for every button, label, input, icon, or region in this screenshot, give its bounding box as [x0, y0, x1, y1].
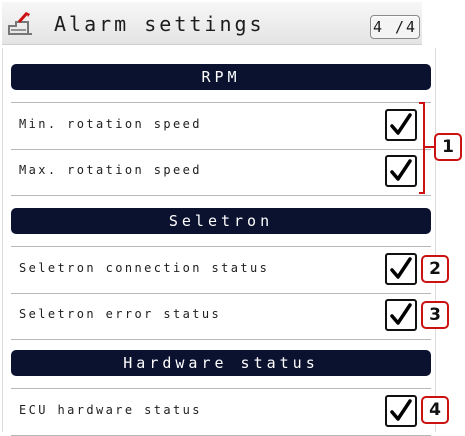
- section-header-hardware-status: Hardware status: [11, 350, 431, 376]
- check-icon: [390, 159, 412, 181]
- item-label: Max. rotation speed: [19, 163, 202, 177]
- list-item-ecu-hardware-status[interactable]: ECU hardware status: [11, 388, 431, 436]
- ecu-hardware-status-checkbox[interactable]: [385, 395, 417, 427]
- item-label: Seletron connection status: [19, 261, 270, 275]
- callout-badge-1: 1: [434, 133, 462, 161]
- seletron-error-status-checkbox[interactable]: [385, 299, 417, 331]
- page-indicator: 4 /4: [370, 15, 420, 39]
- item-label: ECU hardware status: [19, 403, 202, 417]
- alarm-settings-panel: RPM Min. rotation speed Max. rotation sp…: [2, 48, 436, 436]
- seeder-settings-icon: [8, 12, 32, 35]
- item-label: Min. rotation speed: [19, 117, 202, 131]
- callout-badge-2: 2: [421, 255, 449, 283]
- list-item-seletron-connection-status[interactable]: Seletron connection status: [11, 246, 431, 294]
- check-icon: [390, 257, 412, 279]
- page-title: Alarm settings: [54, 12, 265, 36]
- check-icon: [390, 303, 412, 325]
- check-icon: [390, 113, 412, 135]
- list-item-seletron-error-status[interactable]: Seletron error status: [11, 293, 431, 340]
- list-item-min-rotation-speed[interactable]: Min. rotation speed: [11, 102, 431, 150]
- section-header-seletron: Seletron: [11, 208, 431, 234]
- screen-header: Alarm settings 4 /4: [2, 2, 422, 45]
- min-rotation-speed-checkbox[interactable]: [385, 109, 417, 141]
- seletron-connection-status-checkbox[interactable]: [385, 253, 417, 285]
- section-header-rpm: RPM: [11, 64, 431, 90]
- list-item-max-rotation-speed[interactable]: Max. rotation speed: [11, 149, 431, 196]
- max-rotation-speed-checkbox[interactable]: [385, 155, 417, 187]
- callout-badge-4: 4: [421, 396, 449, 424]
- callout-bracket: [419, 102, 425, 194]
- item-label: Seletron error status: [19, 307, 222, 321]
- callout-badge-3: 3: [421, 301, 449, 329]
- check-icon: [390, 399, 412, 421]
